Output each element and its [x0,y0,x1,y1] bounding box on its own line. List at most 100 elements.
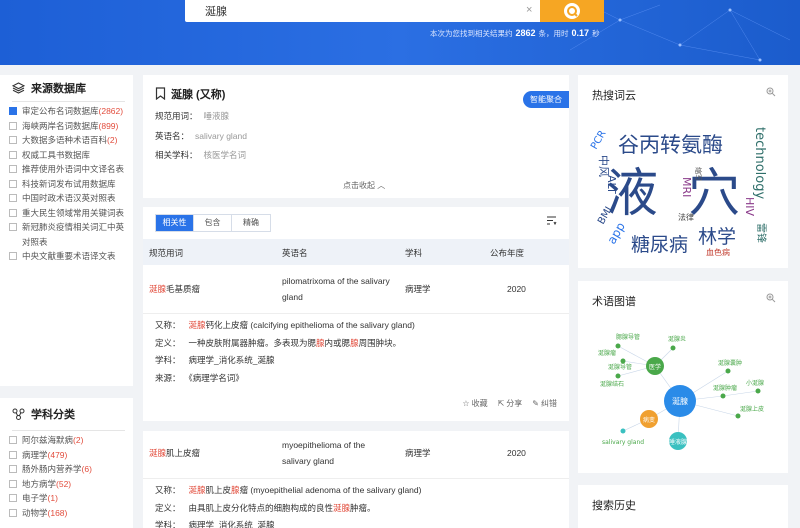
checkbox[interactable] [9,194,17,202]
source-database-label: 重大民生领域常用关键词表 [22,207,125,218]
word-cloud-item[interactable]: 法律 [678,212,694,222]
checkbox[interactable] [9,179,17,188]
checkbox[interactable] [9,121,17,130]
source-database-item[interactable]: 推荐使用外语词中文译名表 [9,162,125,177]
share-icon: ⇱ [497,399,505,408]
checkbox[interactable] [9,465,17,473]
tab-exact[interactable]: 精确 [232,215,270,231]
word-cloud-item[interactable]: 液 [606,164,658,224]
smart-aggregate-button[interactable]: 智能聚合 [523,91,569,108]
graph-node-label: 医学 [649,363,661,371]
word-cloud-item[interactable]: PCR [589,129,609,152]
graph-node[interactable] [620,428,626,434]
hot-words-panel: 热搜词云 谷丙转氨酶 液 穴 technology 糖尿病 林学 PCR 中风 … [578,75,788,268]
table-row[interactable]: 涎腺肌上皮瘤 myoepithelioma of the salivary gl… [143,431,569,477]
zoom-icon[interactable] [766,293,776,305]
word-cloud-item[interactable]: HIV [743,197,756,217]
hot-words-title: 热搜词云 [592,90,636,102]
result-term[interactable]: 涎腺毛基质瘤 [149,281,200,297]
sort-icon[interactable] [546,215,557,228]
source-database-label: 新冠肺炎疫情相关词汇中英对照表 [22,222,125,247]
checkbox[interactable] [9,165,17,173]
checkbox[interactable] [9,252,17,260]
zoom-icon[interactable] [766,87,776,99]
source-database-count: (2862) [98,106,124,116]
source-database-item[interactable]: 中国时政术语汉英对照表 [9,191,125,206]
col-english: 英语名 [282,248,308,258]
bookmark-icon[interactable] [155,86,166,102]
word-cloud-item[interactable]: ALT [605,175,618,194]
source-database-count: (2) [107,135,118,145]
result-term[interactable]: 涎腺肌上皮瘤 [149,445,200,461]
result-detail: 又称： 涎腺肌上皮腺瘤 (myoepithelial adenoma of the… [143,478,569,528]
source-database-item[interactable]: 海峡两岸名词数据库(899) [9,119,125,134]
word-cloud-item[interactable]: 缩写 [694,167,703,181]
word-cloud-item[interactable]: 谷丙转氨酶 [618,133,723,157]
search-box: × [185,0,540,22]
report-error-button[interactable]: ✎ 纠错 [532,398,557,409]
word-cloud-item[interactable]: 雷锋 [755,223,768,243]
checkbox[interactable] [9,223,17,231]
checkbox[interactable] [9,150,17,159]
subject-item[interactable]: 病理学(479) [9,448,125,463]
word-cloud-item[interactable]: MRI [680,177,693,197]
subject-tree-icon [12,408,25,420]
graph-node-label: 涎腺炎 [668,335,686,343]
graph-node[interactable] [725,368,731,374]
checkbox[interactable] [9,508,17,517]
word-cloud-item[interactable]: 糖尿病 [631,234,688,256]
source-database-item[interactable]: 科技新词发布试用数据库 [9,177,125,192]
checkbox[interactable] [9,107,17,115]
graph-node[interactable] [720,393,726,399]
graph-node-label: 唾液腺 [669,438,687,446]
collapse-toggle[interactable]: 点击收起 ︿ [343,180,385,191]
results-table-header: 规范用词 英语名 学科 公布年度 [143,239,569,265]
table-row[interactable]: 涎腺毛基质瘤 pilomatrixoma of the salivary gla… [143,267,569,313]
graph-node[interactable] [615,343,621,349]
word-cloud-item[interactable]: 中风 [597,155,610,177]
term-graph: 涎腺 医学 病变 唾液腺 salivary gland 腮腺导管 涎腺瘤 涎腺导… [598,333,764,450]
source-database-item[interactable]: 新冠肺炎疫情相关词汇中英对照表 [9,220,125,249]
share-button[interactable]: ⇱ 分享 [498,398,523,409]
chevron-up-icon: ︿ [377,181,386,190]
source-database-item[interactable]: 重大民生领域常用关键词表 [9,206,125,221]
tab-contains[interactable]: 包含 [194,215,232,231]
source-database-label: 推荐使用外语词中文译名表 [22,164,125,174]
source-database-item[interactable]: 权威工具书数据库 [9,148,125,163]
subject-item[interactable]: 电子学(1) [9,491,125,506]
word-cloud-item[interactable]: technology [752,127,767,199]
search-input[interactable] [185,0,505,22]
word-cloud-item[interactable]: 血色病 [706,247,730,257]
favorite-button[interactable]: ☆ 收藏 [462,398,487,409]
source-database-item[interactable]: 中央文献重要术语译文表 [9,249,125,264]
search-history-title: 搜索历史 [592,500,636,512]
detail-alias: 又称： 涎腺肌上皮腺瘤 (myoepithelial adenoma of the… [155,485,422,495]
source-database-item[interactable]: 大数据多语种术语百科(2) [9,133,125,148]
source-database-label: 权威工具书数据库 [22,149,91,160]
subject-item[interactable]: 地方病学(52) [9,477,125,492]
graph-node[interactable] [620,358,626,364]
checkbox[interactable] [9,208,17,217]
source-database-item[interactable]: 审定公布名词数据库(2862) [9,104,125,119]
graph-node[interactable] [755,388,761,394]
tab-relevance[interactable]: 相关性 [156,215,194,231]
search-button[interactable] [540,0,604,22]
subject-label: 肠外肠内营养学 [22,464,82,474]
subject-item[interactable]: 肠外肠内营养学(6) [9,462,125,477]
checkbox[interactable] [9,494,17,502]
graph-node[interactable] [670,345,676,351]
graph-node-label: 涎腺导管 [608,363,632,371]
checkbox[interactable] [9,450,17,459]
graph-node-label: 涎腺结石 [600,380,624,388]
checkbox[interactable] [9,436,17,444]
graph-node[interactable] [615,373,621,379]
graph-node-label: 病变 [643,416,655,424]
clear-icon[interactable]: × [526,4,532,16]
checkbox[interactable] [9,136,17,144]
star-icon: ☆ [462,399,470,408]
word-cloud-item[interactable]: 林学 [698,226,736,248]
graph-node[interactable] [735,413,741,419]
checkbox[interactable] [9,479,17,488]
subject-item[interactable]: 阿尔兹海默病(2) [9,433,125,448]
subject-item[interactable]: 动物学(168) [9,506,125,521]
